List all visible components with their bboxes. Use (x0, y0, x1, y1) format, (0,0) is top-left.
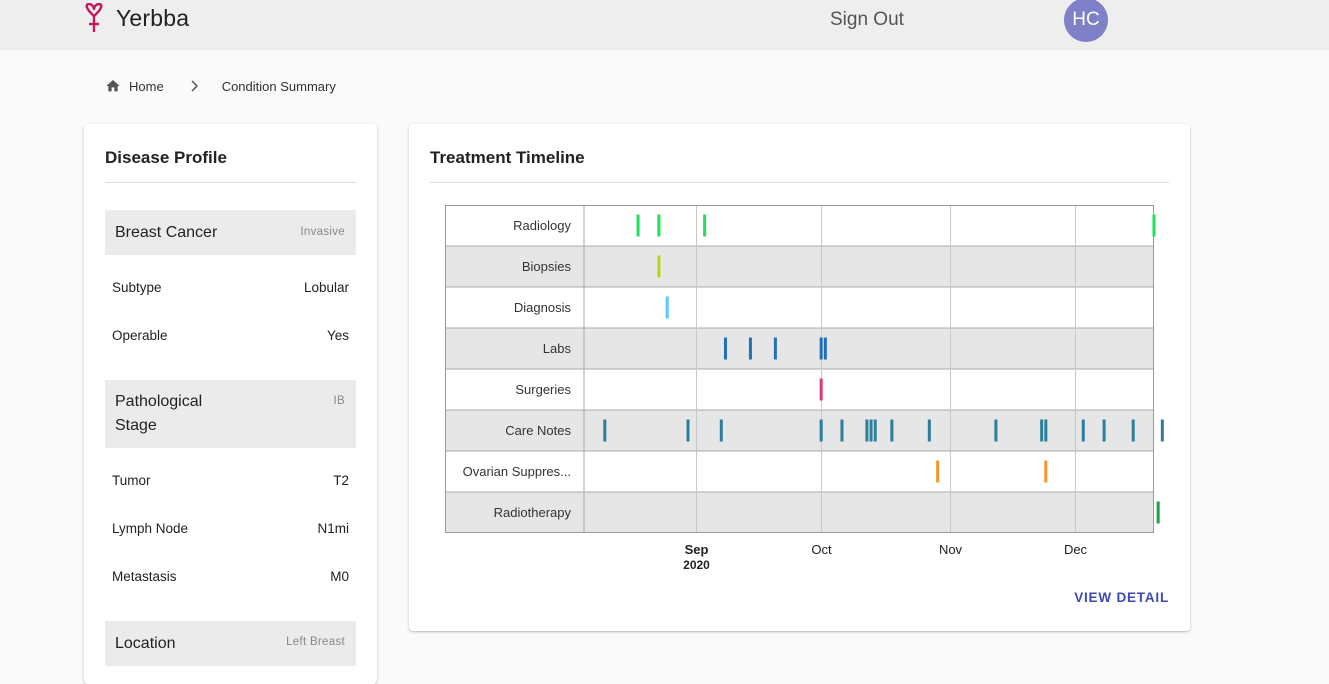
app-logo[interactable]: Yerbba (82, 3, 189, 33)
timeline-tick-label: Nov (939, 542, 963, 557)
timeline-tick-sublabel: 2020 (683, 558, 710, 572)
row-label: Subtype (112, 280, 162, 295)
yerbba-logo-icon (85, 3, 103, 32)
row-value: Lobular (303, 280, 349, 295)
section-tag: Invasive (300, 226, 345, 238)
breadcrumb-current: Condition Summary (221, 78, 336, 94)
timeline-tick-label: Dec (1064, 542, 1088, 557)
section-name: Breast Cancer (115, 224, 218, 241)
section-location: Location Left Breast (105, 621, 356, 666)
row-label: Operable (112, 328, 168, 343)
timeline-row-label: Diagnosis (514, 300, 572, 315)
timeline-tick-label: Oct (811, 542, 832, 557)
row-value: N1mi (317, 521, 349, 536)
section-name: Pathological Stage (115, 393, 203, 434)
timeline-row-label: Biopsies (522, 259, 572, 274)
section-tag: Left Breast (286, 636, 345, 648)
section-pathological-stage: Pathological Stage IB (105, 380, 356, 448)
row-value: Yes (326, 328, 349, 343)
row-label: Tumor (112, 473, 151, 488)
timeline-row-label: Radiology (513, 218, 571, 233)
timeline-row-label: Radiotherapy (494, 505, 572, 520)
top-app-bar: Yerbba Sign Out HC (0, 0, 1329, 50)
timeline-row-label: Care Notes (505, 423, 571, 438)
row-value: T2 (333, 473, 349, 488)
timeline-row-label: Surgeries (515, 382, 571, 397)
breadcrumb-home-link[interactable]: Home (129, 79, 164, 94)
row-label: Metastasis (112, 569, 177, 584)
row-value: M0 (330, 569, 349, 584)
timeline-tick-label: Sep (685, 542, 709, 557)
section-name: Location (115, 635, 176, 652)
home-icon (106, 80, 120, 92)
row-label: Lymph Node (112, 521, 189, 536)
sign-out-button[interactable]: Sign Out (830, 9, 904, 31)
section-breast-cancer: Breast Cancer Invasive (105, 210, 356, 255)
treatment-timeline-card: Treatment Timeline Radiology Biopsies Diag… (409, 124, 1190, 631)
app-name: Yerbba (116, 4, 190, 31)
view-detail-button[interactable]: VIEW DETAIL (1074, 590, 1169, 605)
timeline-row-label: Ovarian Suppres... (463, 464, 571, 479)
timeline-row-label: Labs (543, 341, 572, 356)
disease-profile-title: Disease Profile (105, 148, 227, 167)
breadcrumb: Home Condition Summary (105, 78, 336, 94)
divider (105, 182, 356, 183)
section-tag: IB (333, 395, 345, 407)
treatment-timeline-chart: Radiology Biopsies Diagnosis Labs Surgeries C… (445, 205, 1164, 572)
avatar[interactable]: HC (1064, 0, 1108, 42)
chevron-right-icon (191, 80, 198, 92)
disease-profile-card: Disease Profile Breast Cancer Invasive S… (84, 124, 377, 684)
